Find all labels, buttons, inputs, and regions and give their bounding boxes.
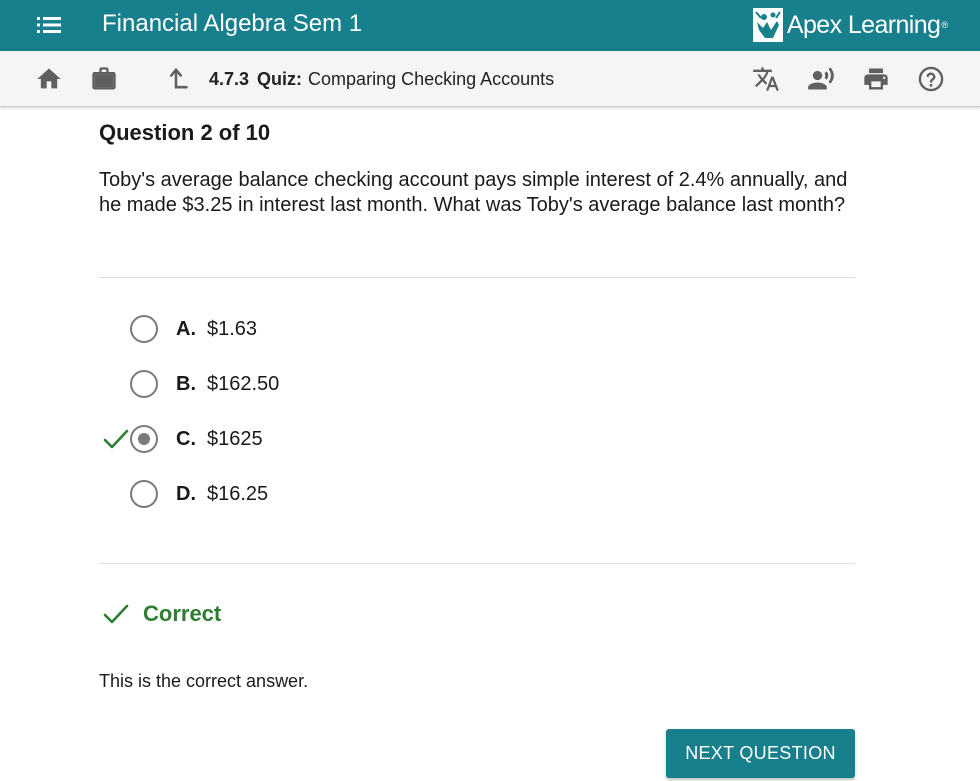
- radio-button[interactable]: [130, 370, 158, 398]
- option-letter: B.: [176, 372, 196, 395]
- brand-name: Apex Learning: [786, 11, 941, 39]
- top-bar: Financial Algebra Sem 1 Apex Learning ®: [0, 0, 980, 51]
- apex-learning-logo: Apex Learning ®: [752, 7, 948, 43]
- apex-logo-icon: [752, 8, 783, 42]
- result-label: Correct: [143, 601, 222, 626]
- question-text: Toby's average balance checking account …: [99, 169, 848, 216]
- answer-option-a[interactable]: A. $1.63: [130, 313, 257, 345]
- translate-icon[interactable]: [750, 63, 782, 95]
- briefcase-icon[interactable]: [88, 63, 120, 95]
- option-text: $16.25: [207, 482, 269, 505]
- answer-option-d[interactable]: D. $16.25: [130, 478, 268, 510]
- option-letter: D.: [176, 482, 196, 505]
- option-text: $1.63: [207, 317, 258, 340]
- next-question-button[interactable]: NEXT QUESTION: [666, 729, 855, 778]
- radio-button-selected[interactable]: [130, 425, 158, 453]
- answer-explanation: This is the correct answer.: [99, 671, 309, 691]
- divider: [99, 277, 855, 278]
- course-title: Financial Algebra Sem 1: [102, 10, 363, 37]
- checkmark-icon: [103, 429, 129, 449]
- radio-button[interactable]: [130, 315, 158, 343]
- home-icon[interactable]: [33, 63, 65, 95]
- toolbar: 4.7.3 Quiz: Comparing Checking Accounts: [0, 51, 980, 107]
- checkmark-icon: [103, 604, 129, 624]
- registered-mark: ®: [941, 20, 948, 30]
- lesson-kind: Quiz:: [257, 69, 303, 89]
- lesson-number: 4.7.3: [209, 69, 250, 89]
- radio-button[interactable]: [130, 480, 158, 508]
- divider: [99, 563, 855, 564]
- option-letter: C.: [176, 427, 196, 450]
- option-letter: A.: [176, 317, 196, 340]
- print-icon[interactable]: [860, 63, 892, 95]
- answer-option-b[interactable]: B. $162.50: [130, 368, 279, 400]
- up-arrow-icon[interactable]: [160, 63, 192, 95]
- text-to-speech-icon[interactable]: [805, 63, 837, 95]
- option-text: $162.50: [207, 372, 280, 395]
- answer-option-c[interactable]: C. $1625: [130, 423, 263, 455]
- lesson-name: Comparing Checking Accounts: [308, 69, 555, 89]
- question-heading: Question 2 of 10: [99, 120, 271, 145]
- option-text: $1625: [207, 427, 263, 450]
- menu-icon[interactable]: [34, 12, 64, 38]
- breadcrumb: 4.7.3 Quiz: Comparing Checking Accounts: [209, 68, 554, 90]
- help-icon[interactable]: [915, 63, 947, 95]
